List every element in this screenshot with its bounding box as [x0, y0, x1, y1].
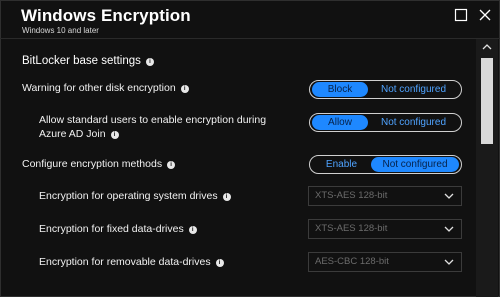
- setting-label-fixed-drives: Encryption for fixed data-drives i: [39, 222, 197, 236]
- setting-label-text: Encryption for removable data-drives: [39, 256, 211, 268]
- page-title: Windows Encryption: [21, 6, 191, 25]
- blade-header: Windows Encryption Windows 10 and later: [0, 0, 500, 39]
- setting-label-text: Warning for other disk encryption: [22, 82, 176, 94]
- toggle-option-not-configured[interactable]: Not configured: [368, 115, 459, 130]
- toggle-option-not-configured[interactable]: Not configured: [368, 82, 459, 97]
- section-title-text: BitLocker base settings: [22, 55, 141, 67]
- info-icon[interactable]: i: [188, 226, 197, 234]
- setting-label-allow-standard-users: Allow standard users to enable encryptio…: [39, 113, 294, 141]
- select-os-drives-encryption[interactable]: XTS-AES 128-bit: [308, 186, 462, 206]
- info-icon[interactable]: i: [180, 85, 189, 93]
- setting-label-text: Allow standard users to enable encryptio…: [39, 114, 267, 140]
- maximize-icon[interactable]: [454, 8, 468, 22]
- select-value: XTS-AES 128-bit: [315, 223, 388, 234]
- setting-label-text: Encryption for operating system drives: [39, 190, 218, 202]
- chevron-down-icon: [444, 193, 454, 199]
- setting-label-text: Configure encryption methods: [22, 158, 163, 170]
- setting-label-configure-encryption-methods: Configure encryption methods i: [22, 157, 176, 171]
- setting-label-text: Encryption for fixed data-drives: [39, 223, 184, 235]
- info-icon[interactable]: i: [110, 131, 119, 139]
- select-value: AES-CBC 128-bit: [315, 256, 389, 267]
- info-icon[interactable]: i: [215, 259, 224, 267]
- select-removable-drives-encryption[interactable]: AES-CBC 128-bit: [308, 252, 462, 272]
- setting-label-os-drives: Encryption for operating system drives i: [39, 189, 231, 203]
- select-value: XTS-AES 128-bit: [315, 190, 388, 201]
- chevron-down-icon: [444, 226, 454, 232]
- select-fixed-drives-encryption[interactable]: XTS-AES 128-bit: [308, 219, 462, 239]
- toggle-option-not-configured[interactable]: Not configured: [371, 157, 459, 172]
- settings-panel: BitLocker base settings i Warning for oth…: [0, 39, 476, 297]
- info-icon[interactable]: i: [167, 161, 176, 169]
- setting-label-disk-encryption-warning: Warning for other disk encryption i: [22, 81, 189, 95]
- setting-label-removable-drives: Encryption for removable data-drives i: [39, 255, 224, 269]
- page-subtitle: Windows 10 and later: [22, 26, 99, 35]
- toggle-disk-encryption-warning[interactable]: Block Not configured: [309, 80, 462, 99]
- toggle-allow-standard-users[interactable]: Allow Not configured: [309, 113, 462, 132]
- info-icon[interactable]: i: [145, 58, 154, 66]
- scroll-up-arrow-icon[interactable]: [482, 43, 492, 51]
- section-title: BitLocker base settings i: [22, 55, 154, 67]
- toggle-option-block[interactable]: Block: [312, 82, 368, 97]
- toggle-option-allow[interactable]: Allow: [312, 115, 368, 130]
- toggle-option-enable[interactable]: Enable: [312, 157, 371, 172]
- toggle-configure-encryption-methods[interactable]: Enable Not configured: [309, 155, 462, 174]
- scrollbar-thumb[interactable]: [481, 58, 493, 144]
- info-icon[interactable]: i: [222, 193, 231, 201]
- chevron-down-icon: [444, 259, 454, 265]
- close-icon[interactable]: [478, 8, 492, 22]
- vertical-scrollbar[interactable]: [476, 39, 498, 297]
